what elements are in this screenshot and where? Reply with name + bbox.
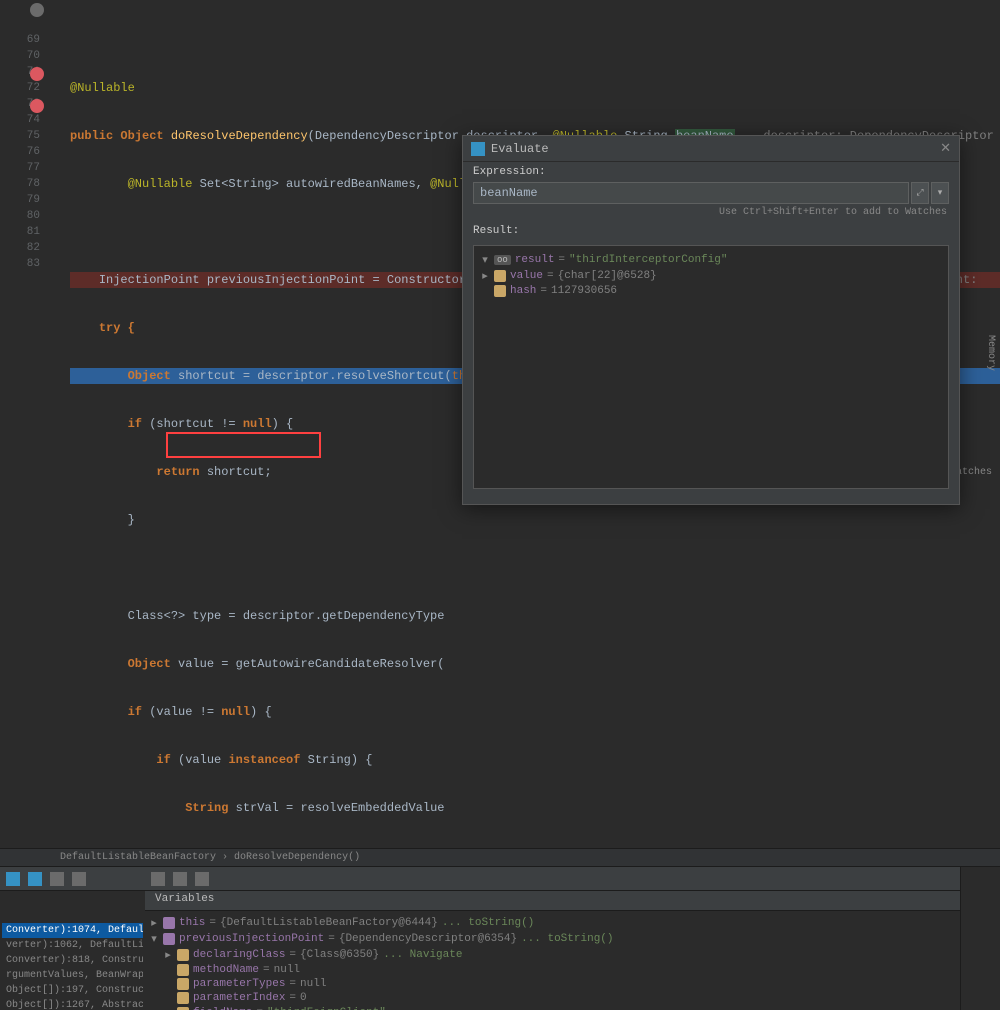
stack-frame[interactable]: Converter):1074, DefaultLista: [2, 923, 143, 938]
breadcrumb-method[interactable]: doResolveDependency(): [234, 852, 360, 863]
filter-icon[interactable]: [195, 872, 209, 886]
memory-panel: Memory watches: [960, 867, 1000, 1010]
line-number: 72: [0, 80, 40, 96]
method-name: doResolveDependency: [171, 129, 308, 143]
gear-icon[interactable]: [72, 872, 86, 886]
line-number: 77: [0, 160, 40, 176]
line-number: 83: [0, 256, 40, 272]
dialog-icon: [471, 142, 485, 156]
editor-gutter: 69 70 71 72 73 74 75 76 77 78 79 80 81 8…: [0, 0, 46, 272]
line-number: 74: [0, 112, 40, 128]
settings-icon[interactable]: [50, 872, 64, 886]
breadcrumb: DefaultListableBeanFactory › doResolveDe…: [0, 848, 1000, 866]
variable-row[interactable]: parameterTypes = null: [149, 977, 956, 991]
field-icon: [177, 964, 189, 976]
expand-icon[interactable]: [151, 872, 165, 886]
object-badge: oo: [494, 255, 511, 265]
debug-panel: Converter):1074, DefaultLista verter):10…: [0, 866, 1000, 1010]
frames-list: Converter):1074, DefaultLista verter):10…: [0, 921, 145, 1010]
line-number: 82: [0, 240, 40, 256]
field-icon: [494, 270, 506, 282]
result-label: Result:: [463, 221, 959, 241]
expression-input[interactable]: [473, 182, 909, 204]
result-sub-row[interactable]: ▸ value = {char[22]@6528}: [480, 268, 942, 284]
line-number: 81: [0, 224, 40, 240]
breakpoint-icon[interactable]: [30, 99, 44, 113]
expression-label: Expression:: [463, 162, 959, 182]
step-over-icon[interactable]: [6, 872, 20, 886]
variable-row[interactable]: ▾ previousInjectionPoint = {DependencyDe…: [149, 931, 956, 947]
step-into-icon[interactable]: [28, 872, 42, 886]
line-number: [0, 16, 40, 32]
memory-tab[interactable]: Memory: [985, 335, 996, 371]
result-value: "thirdInterceptorConfig": [569, 254, 727, 266]
stack-frame[interactable]: rgumentValues, BeanWrapper: [2, 968, 143, 983]
close-icon[interactable]: ✕: [940, 141, 951, 156]
line-number: 70: [0, 48, 40, 64]
debug-toolbar: [0, 867, 145, 891]
field-icon: [177, 992, 189, 1004]
result-sub-row[interactable]: hash = 1127930656: [480, 284, 942, 298]
stack-frame[interactable]: Converter):818, Constructor: [2, 953, 143, 968]
line-number: 76: [0, 144, 40, 160]
breakpoint-icon[interactable]: [30, 67, 44, 81]
variable-row[interactable]: methodName = null: [149, 963, 956, 977]
dialog-title: Evaluate: [491, 142, 940, 156]
variable-row[interactable]: ▸ this = {DefaultListableBeanFactory@644…: [149, 915, 956, 931]
breadcrumb-file[interactable]: DefaultListableBeanFactory: [60, 852, 216, 863]
variables-header: Variables: [145, 891, 960, 911]
field-icon: [177, 978, 189, 990]
history-dropdown-icon[interactable]: ▾: [931, 182, 949, 204]
variable-row[interactable]: ▸ declaringClass = {Class@6350} ... Navi…: [149, 947, 956, 963]
field-icon: [177, 949, 189, 961]
variable-row[interactable]: parameterIndex = 0: [149, 991, 956, 1005]
expand-icon[interactable]: ⤢: [911, 182, 929, 204]
evaluate-dialog: Evaluate ✕ Expression: ⤢ ▾ Use Ctrl+Shif…: [462, 135, 960, 505]
result-tree[interactable]: ▾ oo result = "thirdInterceptorConfig" ▸…: [473, 245, 949, 489]
result-row[interactable]: ▾ oo result = "thirdInterceptorConfig": [480, 252, 942, 268]
line-number: 80: [0, 208, 40, 224]
var-icon: [163, 917, 175, 929]
variables-panel: Variables ▸ this = {DefaultListableBeanF…: [145, 867, 960, 1010]
line-number: 75: [0, 128, 40, 144]
field-icon: [494, 285, 506, 297]
variable-row[interactable]: ▸ fieldName = "thirdFeignClient": [149, 1005, 956, 1010]
field-value-highlight: "thirdFeignClient": [267, 1007, 386, 1010]
stack-frame[interactable]: verter):1062, DefaultListab: [2, 938, 143, 953]
collapse-icon[interactable]: [173, 872, 187, 886]
stack-frame[interactable]: Object[]):1267, AbstractAutow: [2, 998, 143, 1010]
line-number: 79: [0, 192, 40, 208]
line-number: 78: [0, 176, 40, 192]
dialog-titlebar[interactable]: Evaluate ✕: [463, 136, 959, 162]
field-icon: [177, 1007, 189, 1010]
stack-frame[interactable]: Object[]):197, ConstructorRes: [2, 983, 143, 998]
hint-text: Use Ctrl+Shift+Enter to add to Watches: [463, 204, 959, 221]
line-number: 69: [0, 32, 40, 48]
override-icon: [30, 3, 44, 17]
annotation: @Nullable: [70, 81, 135, 95]
var-icon: [163, 933, 175, 945]
